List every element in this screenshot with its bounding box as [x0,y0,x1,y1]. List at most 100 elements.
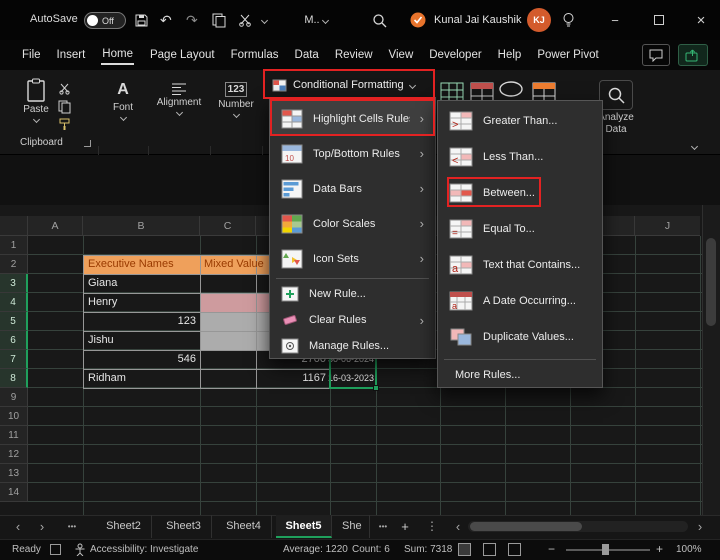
copy-small-button[interactable] [58,100,71,119]
conditional-formatting-button[interactable]: Conditional Formatting [268,73,430,97]
avatar[interactable]: KJ [527,8,551,32]
sheet-nav-left[interactable]: ‹ [8,515,28,538]
cell-D8[interactable]: 1167 [260,369,326,388]
menu-item-new-rule[interactable]: New Rule... [272,281,433,307]
cell-B7[interactable]: 546 [86,350,196,369]
view-page-layout-button[interactable] [483,543,496,556]
row-header-5[interactable]: 5 [0,312,28,331]
view-page-break-button[interactable] [508,543,521,556]
comments-button[interactable] [642,44,670,66]
menu-item-data-bars[interactable]: Data Bars › [272,171,433,206]
cut-dropdown-icon[interactable] [260,16,267,23]
submenu-item-greater-than[interactable]: > Greater Than... [440,103,600,139]
menu-item-clear-rules[interactable]: Clear Rules › [272,307,433,333]
tab-view[interactable]: View [381,40,422,70]
cell-B4[interactable]: Henry [88,293,117,312]
sheet-overflow-left[interactable]: ••• [60,515,84,538]
column-header-c[interactable]: C [200,216,256,236]
cut-small-button[interactable] [58,82,71,100]
row-header-6[interactable]: 6 [0,331,28,350]
column-header-b[interactable]: B [83,216,200,236]
tab-file[interactable]: File [14,40,49,70]
zoom-slider-thumb[interactable] [602,544,609,555]
zoom-level[interactable]: 100% [676,539,702,560]
tab-page-layout[interactable]: Page Layout [142,40,223,70]
menu-item-manage-rules[interactable]: Manage Rules... [272,333,433,359]
selection-fill-handle[interactable] [373,385,379,391]
sheet-tabs-menu[interactable]: ⋮ [424,515,440,538]
submenu-item-text-that-contains[interactable]: a Text that Contains... [440,247,600,283]
maximize-button[interactable] [640,0,678,40]
submenu-item-equal-to[interactable]: = Equal To... [440,211,600,247]
row-header-13[interactable]: 13 [0,464,28,483]
cell-B8[interactable]: Ridham [88,369,126,388]
new-sheet-button[interactable]: + [396,515,414,538]
account-name[interactable]: Kunal Jai Kaushik [434,14,521,26]
status-accessibility[interactable]: Accessibility: Investigate [90,539,198,560]
row-header-8[interactable]: 8 [0,369,28,388]
hscroll-right-arrow[interactable]: › [692,515,708,538]
alignment-group-button[interactable]: Alignment [152,82,206,115]
column-header-j[interactable]: J [635,216,700,236]
sheet-tab-sheet5[interactable]: Sheet5 [276,515,332,538]
submenu-item-a-date-occurring[interactable]: a A Date Occurring... [440,283,600,319]
row-header-14[interactable]: 14 [0,483,28,502]
row-header-1[interactable]: 1 [0,236,28,255]
submenu-item-duplicate-values[interactable]: Duplicate Values... [440,319,600,355]
close-button[interactable]: × [682,0,720,40]
copy-button[interactable] [212,8,226,32]
save-button[interactable] [134,8,149,32]
minimize-button[interactable]: − [596,0,634,40]
horizontal-scrollbar-thumb[interactable] [470,522,582,531]
cell-B3[interactable]: Giana [88,274,117,293]
tab-power-pivot[interactable]: Power Pivot [529,40,606,70]
clipboard-dialog-launcher[interactable] [84,140,91,147]
cell-B5[interactable]: 123 [86,312,196,331]
submenu-item-more-rules[interactable]: More Rules... [440,363,600,387]
row-header-11[interactable]: 11 [0,426,28,445]
cell-B6[interactable]: Jishu [88,331,114,350]
tab-help[interactable]: Help [490,40,530,70]
number-group-button[interactable]: 123 Number [214,82,258,117]
submenu-item-between[interactable]: Between... [440,175,600,211]
sheet-tab-sheet4[interactable]: Sheet4 [216,515,272,538]
cell-B2[interactable]: Executive Names [88,255,174,274]
cell-C2[interactable]: Mixed Value [204,255,264,274]
search-button[interactable] [372,8,387,32]
menu-item-icon-sets[interactable]: Icon Sets › [272,241,433,276]
menu-item-top-bottom-rules[interactable]: 10 Top/Bottom Rules › [272,136,433,171]
autosave-toggle[interactable]: Off [84,12,126,29]
row-header-4[interactable]: 4 [0,293,28,312]
quick-access-overflow[interactable]: M.. [298,8,334,32]
cut-button[interactable] [238,8,252,32]
tab-data[interactable]: Data [287,40,327,70]
row-header-12[interactable]: 12 [0,445,28,464]
row-header-2[interactable]: 2 [0,255,28,274]
tips-lightbulb-icon[interactable] [562,8,575,32]
vertical-scrollbar-thumb[interactable] [706,238,716,326]
submenu-item-less-than[interactable]: < Less Than... [440,139,600,175]
paste-button[interactable]: Paste [18,78,54,122]
format-painter-button[interactable] [58,118,71,136]
undo-button[interactable]: ↶ [160,8,172,32]
sheet-tab-partial[interactable]: She [336,515,370,538]
row-header-9[interactable]: 9 [0,388,28,407]
row-header-7[interactable]: 7 [0,350,28,369]
row-header-3[interactable]: 3 [0,274,28,293]
hscroll-left-arrow[interactable]: ‹ [450,515,466,538]
sheet-overflow-right[interactable]: ••• [372,515,394,538]
collapse-ribbon-button[interactable] [692,136,697,154]
menu-item-color-scales[interactable]: Color Scales › [272,206,433,241]
tab-formulas[interactable]: Formulas [223,40,287,70]
font-group-button[interactable]: A Font [104,80,142,120]
zoom-out-button[interactable]: − [548,539,555,560]
column-header-a[interactable]: A [28,216,83,236]
share-button[interactable] [678,44,708,66]
tab-insert[interactable]: Insert [49,40,94,70]
sheet-tab-sheet2[interactable]: Sheet2 [96,515,152,538]
tab-developer[interactable]: Developer [421,40,489,70]
sheet-nav-right[interactable]: › [32,515,52,538]
zoom-in-button[interactable]: + [656,539,663,560]
menu-item-highlight-cells-rules[interactable]: Highlight Cells Rules › [272,101,433,136]
select-all-corner[interactable] [0,216,28,236]
